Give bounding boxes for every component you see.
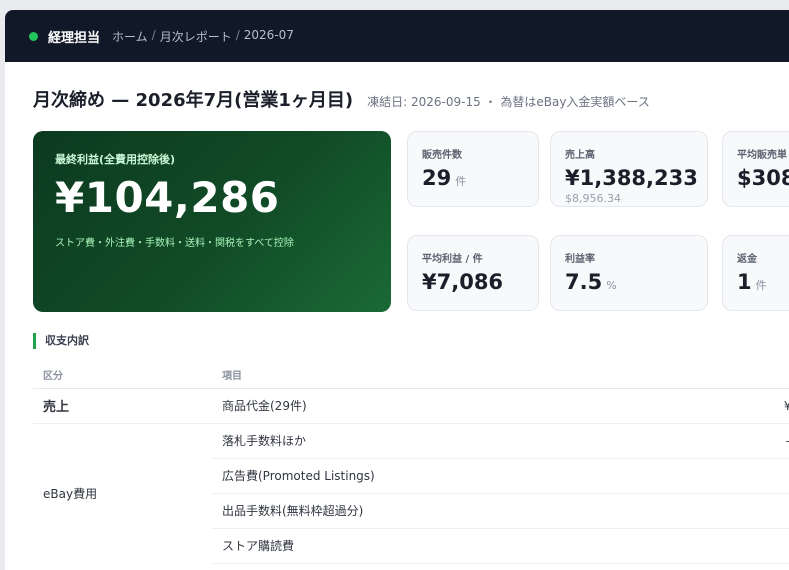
- kpi-average-price: 平均販売単 $308: [722, 131, 789, 207]
- final-profit-value: ¥104,286: [55, 173, 280, 222]
- kpi-label: 売上高: [565, 150, 595, 161]
- row-item: 落札手数料ほか: [212, 423, 632, 459]
- row-amount: ¥1,: [632, 388, 789, 424]
- kpi-unit: 件: [455, 175, 467, 188]
- section-title: 収支内訳: [33, 333, 89, 349]
- table-row: eBay費用 落札手数料ほか – $: [33, 423, 789, 501]
- table-header-row: 区分 項目: [33, 362, 789, 389]
- breadcrumb-home[interactable]: ホーム: [112, 28, 148, 45]
- final-profit-note: ストア費・外注費・手数料・送料・関税をすべて控除: [55, 238, 294, 249]
- app-title: 経理担当: [48, 30, 101, 46]
- row-amount: [632, 528, 789, 564]
- kpi-value: 1件: [737, 270, 767, 294]
- breadcrumb-monthly-report[interactable]: 月次レポート: [160, 28, 232, 45]
- row-category: eBay費用: [43, 486, 98, 501]
- kpi-value: $308: [737, 166, 789, 190]
- breadcrumb: ホーム / 月次レポート / 2026-07: [112, 28, 294, 45]
- kpi-value: 29 件: [422, 166, 467, 190]
- kpi-sales-count: 販売件数 29 件: [407, 131, 539, 207]
- row-item: 商品代金(29件): [212, 388, 632, 424]
- kpi-label: 平均利益 / 件: [422, 254, 483, 265]
- kpi-profit-margin: 利益率 7.5%: [550, 235, 708, 311]
- kpi-value: ¥1,388,233: [565, 166, 698, 190]
- column-header-category: 区分: [33, 362, 212, 389]
- kpi-average-profit: 平均利益 / 件 ¥7,086: [407, 235, 539, 311]
- final-profit-card: 最終利益(全費用控除後) ¥104,286 ストア費・外注費・手数料・送料・関税…: [33, 131, 391, 312]
- page-header: 月次締め — 2026年7月(営業1ヶ月目) 凍結日: 2026-09-15 ・…: [33, 86, 650, 112]
- row-item: ストア購読費: [212, 528, 632, 564]
- top-bar: 経理担当 ホーム / 月次レポート / 2026-07: [5, 10, 789, 62]
- kpi-label: 返金: [737, 254, 757, 265]
- kpi-value: ¥7,086: [422, 270, 504, 294]
- row-item: 広告費(Promoted Listings): [212, 458, 632, 494]
- row-item: 出品手数料(無料枠超過分): [212, 493, 632, 529]
- kpi-subvalue: $8,956.34: [565, 192, 621, 205]
- kpi-revenue: 売上高 ¥1,388,233 $8,956.34: [550, 131, 708, 207]
- row-amount: –: [632, 458, 789, 494]
- page-title: 月次締め — 2026年7月(営業1ヶ月目): [33, 90, 354, 111]
- breadcrumb-separator: /: [235, 27, 240, 42]
- kpi-unit: 件: [755, 279, 767, 292]
- kpi-unit: %: [606, 279, 617, 292]
- page-subtitle: 凍結日: 2026-09-15 ・ 為替はeBay入金実額ベース: [367, 95, 650, 109]
- kpi-value: 7.5%: [565, 270, 617, 294]
- row-amount: –: [632, 493, 789, 529]
- breakdown-table: 区分 項目 売上 商品代金(29件) ¥1, eBay費用 落札手数料ほか – …: [33, 362, 789, 564]
- app-window: 経理担当 ホーム / 月次レポート / 2026-07 月次締め — 2026年…: [5, 10, 789, 570]
- status-dot-icon: [29, 31, 38, 41]
- kpi-label: 平均販売単: [737, 150, 787, 161]
- kpi-label: 販売件数: [422, 150, 462, 161]
- kpi-refunds: 返金 1件: [722, 235, 789, 311]
- table-row: 売上 商品代金(29件) ¥1,: [33, 388, 789, 424]
- final-profit-label: 最終利益(全費用控除後): [55, 153, 176, 166]
- column-header-item: 項目: [212, 362, 632, 389]
- breadcrumb-separator: /: [151, 27, 156, 42]
- kpi-label: 利益率: [565, 254, 595, 265]
- column-header-amount: [632, 362, 789, 389]
- row-amount: – $: [632, 423, 789, 459]
- breadcrumb-current: 2026-07: [243, 27, 294, 42]
- row-category: 売上: [33, 388, 212, 424]
